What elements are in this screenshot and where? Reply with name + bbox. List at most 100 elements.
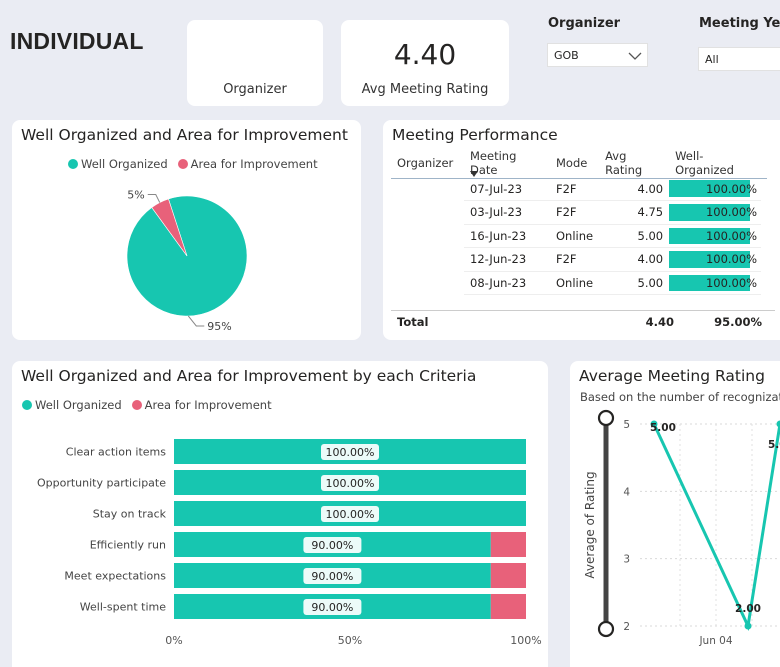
table-cell-organizer [391, 201, 464, 225]
kpi-card-avg-rating: 4.40 Avg Meeting Rating [341, 20, 509, 106]
total-rating: 4.40 [645, 315, 674, 329]
y-axis-tick-label: 2 [623, 621, 630, 633]
table-cell-date: 16-Jun-23 [464, 224, 550, 248]
slider-handle-top [597, 409, 615, 427]
rating-data-label: 5.00 [650, 422, 676, 434]
pie-label-well: 95% [207, 320, 231, 333]
rating-line-chart: Average of Rating 5 4 3 2 5.00 2.00 5.0 Jun 04 [583, 409, 780, 647]
table-cell-rating: 4.00 [599, 177, 670, 201]
meeting-table-viewport[interactable]: Organizer Meeting Date Mode Avg Rating W… [391, 149, 775, 309]
y-axis-title: Average of Rating [583, 471, 597, 578]
table-header-divider [391, 178, 767, 179]
organizer-slicer-value: GOB [554, 49, 579, 62]
table-row: 07-Jul-23 F2F 4.00 100.00% [391, 177, 762, 201]
table-cell-well-organized: 100.00% [669, 247, 762, 272]
table-cell-rating: 4.00 [599, 247, 670, 272]
table-cell-date: 07-Jul-23 [464, 177, 550, 201]
table-body: 07-Jul-23 F2F 4.00 100.00% 03-Jul-23 F2F 4.75… [391, 177, 762, 295]
pie-label-improvement: 5% [127, 189, 144, 202]
column-header-avg-rating[interactable]: Avg Rating [599, 149, 669, 177]
column-header-well-organized[interactable]: Well-Organized [669, 149, 761, 177]
bar-segment-area-for-improvement [490, 532, 526, 557]
kpi-avg-rating-value: 4.40 [393, 38, 457, 71]
table-cell-date: 03-Jul-23 [464, 200, 550, 225]
well-organized-value: 100.00% [705, 275, 758, 290]
table-cell-organizer [391, 177, 464, 201]
table-cell-rating: 5.00 [599, 271, 670, 295]
kpi-organizer-label: Organizer [223, 82, 287, 97]
table-cell-well-organized: 100.00% [669, 271, 762, 295]
pie-card: Well Organized and Area for Improvement … [12, 120, 361, 340]
table-header-row: Organizer Meeting Date Mode Avg Rating W… [391, 149, 761, 177]
column-header-meeting-date[interactable]: Meeting Date [464, 149, 550, 177]
organizer-slicer-dropdown[interactable]: GOB [547, 43, 648, 67]
table-cell-organizer [391, 224, 464, 248]
meeting-year-slicer-value: All [705, 53, 719, 66]
rating-point [744, 622, 752, 630]
y-axis-tick-label: 4 [623, 486, 630, 498]
rating-card: Average Meeting Rating Based on the numb… [570, 361, 780, 667]
column-header-mode[interactable]: Mode [550, 149, 599, 177]
y-axis-tick-label: 3 [623, 554, 630, 566]
meeting-performance-title: Meeting Performance [392, 126, 558, 144]
bar-data-label: 90.00% [311, 539, 353, 552]
table-total-row: Total 4.40 95.00% [391, 310, 775, 332]
y-axis-tick-label: 5 [623, 419, 630, 431]
well-organized-value: 100.00% [705, 228, 758, 243]
bar-data-label: 90.00% [311, 570, 353, 583]
total-well-organized: 95.00% [714, 315, 762, 329]
table-row: 08-Jun-23 Online 5.00 100.00% [391, 271, 762, 295]
table-cell-mode: Online [550, 271, 600, 295]
x-axis-tick-label: 0% [165, 634, 182, 647]
chevron-down-icon [628, 52, 642, 60]
table-cell-organizer [391, 248, 464, 272]
bar-segment-area-for-improvement [490, 563, 526, 588]
table-row: 03-Jul-23 F2F 4.75 100.00% [391, 200, 762, 225]
well-organized-value: 100.00% [705, 252, 758, 267]
column-header-organizer[interactable]: Organizer [391, 149, 464, 177]
table-cell-well-organized: 100.00% [669, 177, 762, 201]
organizer-slicer-title: Organizer [548, 16, 621, 31]
bar-category-label: Efficiently run [90, 539, 166, 552]
rating-data-label: 2.00 [735, 603, 761, 615]
pie-chart: 95% 5% [126, 189, 248, 333]
bar-data-label: 90.00% [311, 601, 353, 614]
meeting-year-slicer-dropdown[interactable]: All [698, 47, 780, 71]
table-row: 12-Jun-23 F2F 4.00 100.00% [391, 247, 762, 272]
table-cell-organizer [391, 271, 464, 295]
table-cell-date: 08-Jun-23 [464, 271, 550, 295]
meeting-performance-card: Meeting Performance Organizer Meeting Da… [383, 120, 780, 340]
pie-leader-line-improvement [147, 194, 161, 203]
bar-category-label: Well-spent time [80, 601, 166, 614]
rating-series-line [652, 423, 780, 632]
rating-point [776, 420, 780, 428]
kpi-card-organizer: Organizer [187, 20, 323, 106]
bar-data-label: 100.00% [326, 446, 375, 459]
criteria-bar-chart: Clear action items 100.00% Opportunity par… [37, 439, 542, 647]
kpi-avg-rating-label: Avg Meeting Rating [361, 82, 489, 97]
table-cell-well-organized: 100.00% [669, 224, 762, 248]
x-axis-tick-label: Jun 04 [698, 635, 732, 647]
table-cell-mode: Online [550, 224, 600, 248]
x-axis-tick-label: 100% [510, 634, 541, 647]
well-organized-value: 100.00% [705, 181, 758, 196]
bar-category-label: Opportunity participate [37, 477, 166, 490]
table-cell-mode: F2F [550, 247, 600, 272]
bar-data-label: 100.00% [326, 508, 375, 521]
criteria-card: Well Organized and Area for Improvement … [12, 361, 548, 667]
slider-handle-bottom [597, 620, 615, 638]
table-cell-well-organized: 100.00% [669, 200, 762, 225]
table-row: 16-Jun-23 Online 5.00 100.00% [391, 224, 762, 248]
bar-data-label: 100.00% [326, 477, 375, 490]
page-title: INDIVIDUAL [10, 28, 144, 54]
meeting-year-slicer-title: Meeting Year [699, 16, 780, 31]
table-cell-mode: F2F [550, 200, 600, 225]
table-cell-date: 12-Jun-23 [464, 247, 550, 272]
table-cell-rating: 5.00 [599, 224, 670, 248]
pie-leader-line-well [187, 315, 205, 327]
well-organized-value: 100.00% [705, 205, 758, 220]
table-cell-rating: 4.75 [599, 200, 670, 225]
sort-descending-icon [470, 171, 478, 177]
table-cell-mode: F2F [550, 177, 600, 201]
total-label: Total [397, 315, 429, 329]
